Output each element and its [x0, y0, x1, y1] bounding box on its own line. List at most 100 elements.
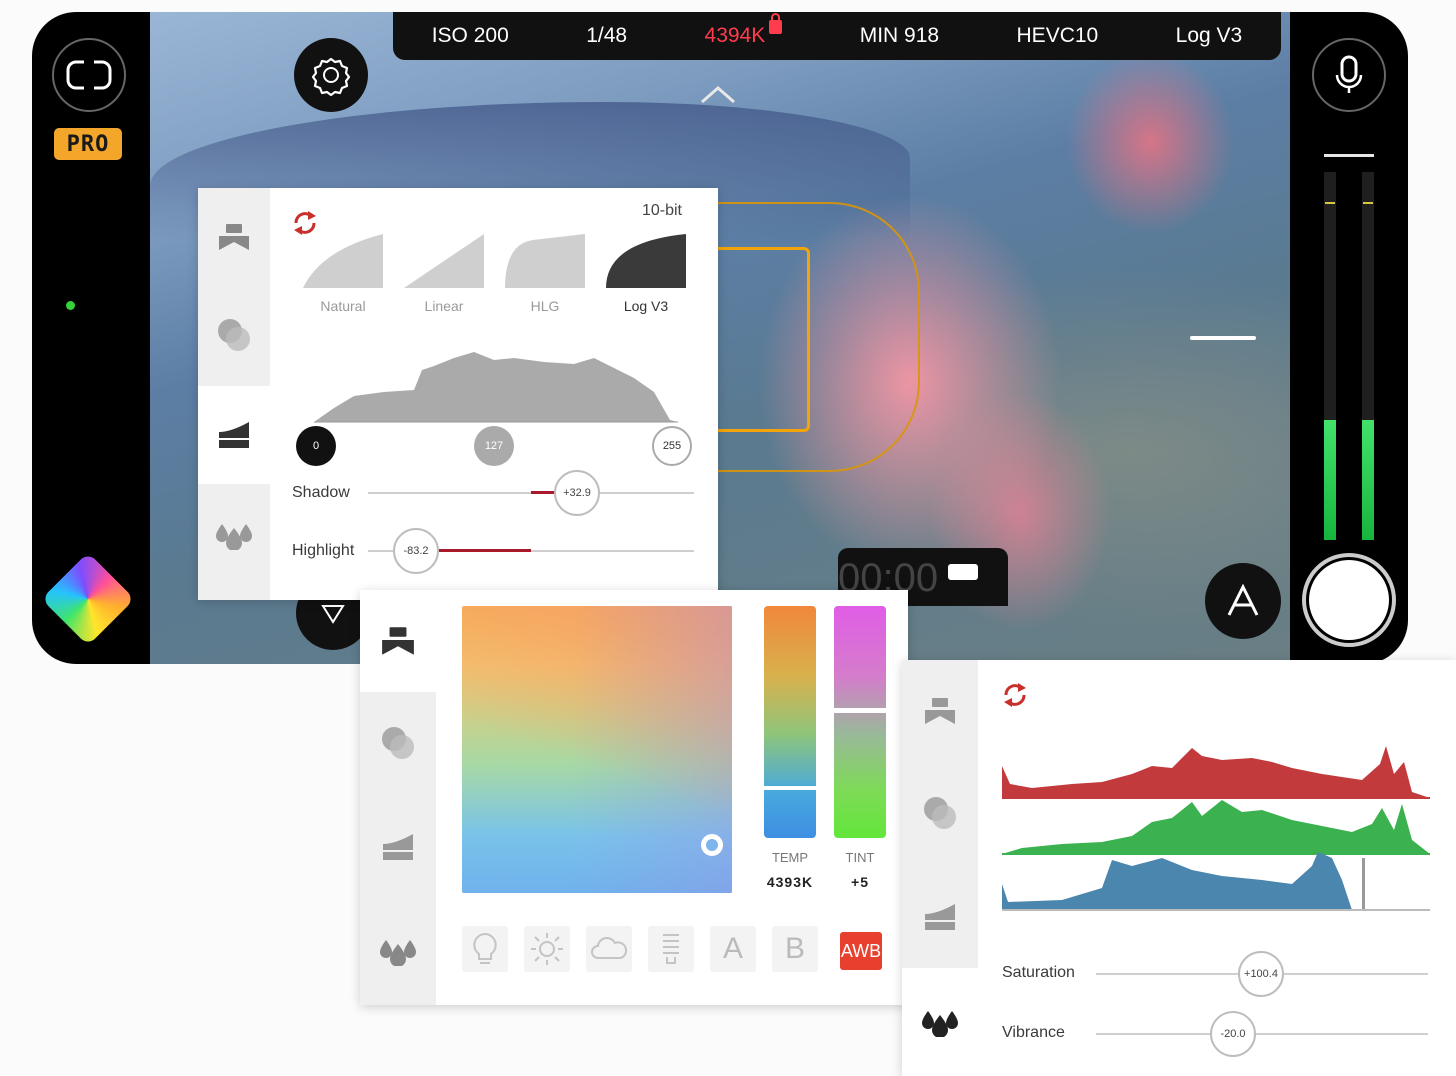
fluorescent-icon — [663, 934, 679, 964]
reset-icon[interactable] — [1000, 680, 1030, 710]
tab-drops[interactable] — [198, 486, 270, 584]
tab-drops[interactable] — [902, 968, 978, 1076]
saturation-knob[interactable]: +100.4 — [1238, 951, 1284, 997]
tint-slider[interactable] — [834, 606, 886, 838]
preset-a[interactable]: A — [710, 926, 756, 972]
highlight-value: -83.2 — [403, 545, 429, 557]
vibrance-knob[interactable]: -20.0 — [1210, 1011, 1256, 1057]
shutter-readout[interactable]: 1/48 — [586, 24, 627, 48]
log-curve-icon — [606, 234, 686, 288]
tab-color-circles[interactable] — [360, 692, 436, 794]
white-balance-pad[interactable] — [462, 606, 732, 893]
tab-color-circles[interactable] — [198, 286, 270, 384]
meter-level — [1324, 420, 1336, 540]
audio-meter-left — [1324, 172, 1336, 540]
blue-histogram — [1002, 852, 1430, 911]
curve-label: Linear — [424, 298, 464, 314]
curve-natural[interactable]: Natural — [300, 230, 386, 314]
switch-camera-button[interactable] — [52, 38, 126, 112]
min-readout[interactable]: MIN 918 — [860, 24, 939, 48]
microphone-button[interactable] — [1312, 38, 1386, 112]
pro-badge[interactable]: PRO — [54, 128, 122, 160]
drops-icon — [216, 524, 252, 550]
wb-value: 4394K — [704, 24, 766, 47]
cloud-icon — [591, 937, 628, 959]
wb-readout[interactable]: 4394K — [704, 13, 783, 48]
tab-exposure[interactable] — [198, 188, 270, 286]
curve-log-v3[interactable]: Log V3 — [603, 230, 689, 314]
meter-level — [1362, 420, 1374, 540]
exposure-icon — [382, 627, 414, 655]
chevron-up-icon[interactable] — [700, 82, 736, 106]
preset-b[interactable]: B — [772, 926, 818, 972]
white-balance-cursor[interactable] — [701, 834, 723, 856]
focus-box[interactable] — [710, 247, 810, 432]
tab-drops[interactable] — [360, 900, 436, 1002]
panel-side-tabs — [198, 188, 270, 600]
preset-daylight[interactable] — [524, 926, 570, 972]
curve-label: Log V3 — [623, 298, 669, 314]
temperature-marker[interactable] — [764, 786, 816, 790]
shadow-label: Shadow — [292, 484, 350, 501]
profile-readout[interactable]: Log V3 — [1176, 24, 1243, 48]
linear-curve-icon — [404, 234, 484, 288]
color-panel: Saturation +100.4 Vibrance -20.0 — [902, 660, 1456, 1076]
record-button-inner — [1309, 560, 1389, 640]
vibrance-track[interactable] — [1096, 1033, 1428, 1035]
record-button[interactable] — [1302, 553, 1396, 647]
curve-linear[interactable]: Linear — [401, 230, 487, 314]
preset-awb[interactable]: AWB — [840, 932, 882, 970]
tint-label: TINT — [845, 850, 875, 865]
preset-cloudy[interactable] — [586, 926, 632, 972]
horizon-level-indicator — [1190, 336, 1256, 340]
triangle-down-icon — [321, 605, 345, 624]
screenshot-stage: ISO 200 1/48 4394K MIN 918 HEVC10 Log V3… — [0, 0, 1456, 1076]
tone-curve-panel: 10-bit Natural Linear HLG Log V3 0 127 2… — [198, 188, 718, 600]
preset-tungsten[interactable] — [462, 926, 508, 972]
color-circles-icon — [382, 727, 414, 759]
lock-icon — [769, 13, 783, 34]
tone-curve-icon — [219, 422, 249, 448]
audio-meter-cap — [1324, 154, 1374, 157]
auto-a-icon — [1227, 583, 1259, 616]
tab-exposure[interactable] — [360, 590, 436, 692]
iso-readout[interactable]: ISO 200 — [432, 24, 509, 48]
highlight-label: Highlight — [292, 542, 355, 559]
tab-tone-curve[interactable] — [198, 386, 270, 484]
tint-marker[interactable] — [834, 708, 886, 713]
temperature-slider[interactable] — [764, 606, 816, 838]
shadow-value: +32.9 — [563, 487, 591, 499]
codec-readout[interactable]: HEVC10 — [1017, 24, 1099, 48]
color-effects-button[interactable] — [41, 552, 135, 646]
curve-label: Natural — [320, 298, 366, 314]
sun-icon — [531, 933, 563, 965]
tab-tone-curve[interactable] — [902, 866, 978, 968]
exposure-icon — [219, 224, 249, 250]
meter-tick — [1363, 202, 1373, 204]
white-balance-panel: TEMP 4393K TINT +5 A B AWB — [360, 590, 908, 1005]
drops-icon — [380, 940, 416, 966]
curve-hlg[interactable]: HLG — [502, 230, 588, 314]
tab-color-circles[interactable] — [902, 762, 978, 864]
preset-b-label: B — [784, 932, 805, 965]
auto-mode-button[interactable] — [1205, 563, 1281, 639]
preset-awb-label: AWB — [840, 940, 882, 961]
shadow-knob[interactable]: +32.9 — [554, 470, 600, 516]
tint-value: +5 — [851, 874, 869, 890]
temp-value: 4393K — [766, 874, 814, 890]
mid-point-value: 127 — [484, 440, 504, 452]
green-histogram — [1002, 800, 1430, 855]
tab-tone-curve[interactable] — [360, 796, 436, 898]
saturation-label: Saturation — [1002, 964, 1075, 981]
tab-exposure[interactable] — [902, 660, 978, 762]
highlight-knob[interactable]: -83.2 — [393, 528, 439, 574]
white-point-handle[interactable]: 255 — [652, 426, 692, 466]
black-point-handle[interactable]: 0 — [296, 426, 336, 466]
saturation-value: +100.4 — [1244, 968, 1278, 980]
meter-tick — [1325, 202, 1335, 204]
color-circles-icon — [218, 319, 250, 351]
gear-icon — [311, 57, 351, 97]
mid-point-handle[interactable]: 127 — [474, 426, 514, 466]
settings-button[interactable] — [294, 38, 368, 112]
preset-fluorescent[interactable] — [648, 926, 694, 972]
